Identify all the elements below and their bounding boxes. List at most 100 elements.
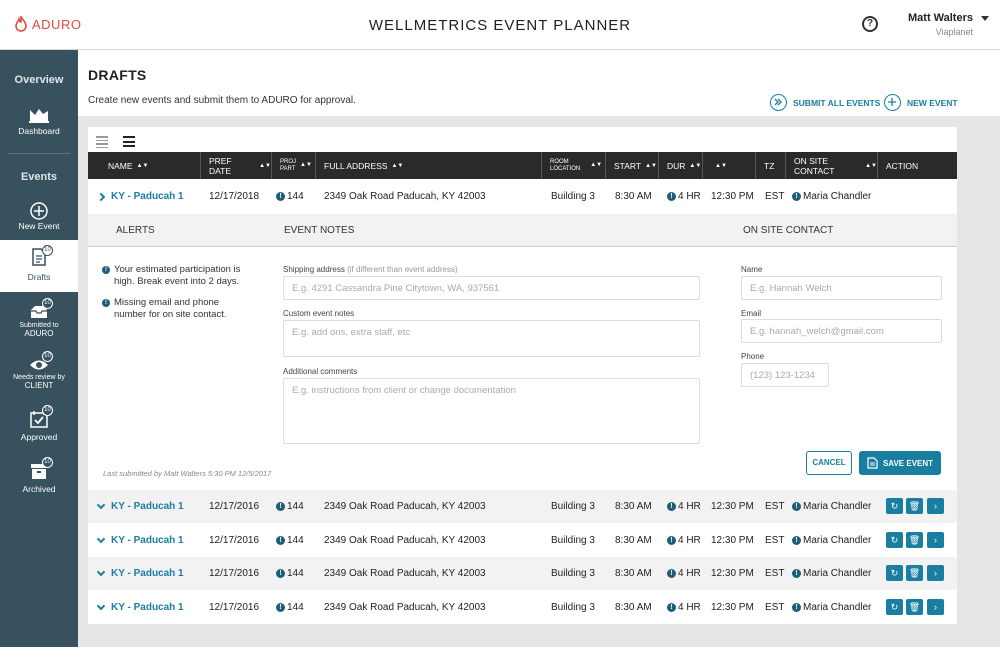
col-header-proj-part[interactable]: PROJ PART ▲▼	[272, 152, 316, 179]
row-contact: ! Maria Chandler	[792, 490, 871, 523]
chevron-right-icon[interactable]: ›	[927, 532, 944, 548]
table-row[interactable]: KY - Paducah 1 12/17/2016 ! 144 2349 Oak …	[88, 591, 957, 624]
col-header-label: DUR	[667, 160, 686, 171]
row-room: Building 3	[551, 191, 595, 202]
col-header-dur[interactable]: DUR ▲▼	[659, 152, 703, 179]
row-tz: EST	[765, 535, 785, 546]
info-icon: !	[792, 502, 801, 511]
sidebar-item-submitted[interactable]: 10 Submitted to ADURO	[0, 295, 78, 347]
sidebar-item-dashboard[interactable]: Dashboard	[0, 97, 78, 149]
table-row[interactable]: KY - Paducah 1 12/17/2016 ! 144 2349 Oak …	[88, 524, 957, 557]
row-name[interactable]: KY - Paducah 1	[96, 490, 184, 523]
row-name[interactable]: KY - Paducah 1	[96, 591, 184, 624]
custom-notes-input[interactable]: E.g. add ons, extra staff, etc	[283, 320, 700, 357]
sort-icon: ▲▼	[590, 162, 603, 168]
new-event-button[interactable]: NEW EVENT	[884, 94, 958, 111]
field-hint: (if different than event address)	[347, 265, 458, 274]
contact-name-input[interactable]: E.g. Hannah Welch	[741, 276, 942, 300]
col-header-name[interactable]: NAME ▲▼	[100, 152, 201, 179]
row-name-label: KY - Paducah 1	[111, 501, 184, 512]
info-icon: !	[792, 192, 801, 201]
shipping-address-label: Shipping address (if different than even…	[283, 265, 458, 274]
col-header-label: FULL ADDRESS	[324, 160, 388, 171]
row-part: ! 144	[276, 557, 304, 590]
row-name-label: KY - Paducah 1	[111, 568, 184, 579]
refresh-icon[interactable]: ↻	[886, 565, 903, 581]
refresh-icon[interactable]: ↻	[886, 532, 903, 548]
shipping-address-input[interactable]: E.g. 4291 Cassandra Pine Citytown, WA, 9…	[283, 276, 700, 300]
sort-icon: ▲▼	[715, 162, 727, 169]
row-dur-value: 4 HR	[678, 191, 701, 202]
row-part: ! 144	[276, 524, 304, 557]
trash-icon[interactable]: 🗑	[906, 565, 923, 581]
chevron-down-icon[interactable]	[981, 16, 989, 21]
row-start: 8:30 AM	[615, 191, 652, 202]
cancel-button[interactable]: CANCEL	[806, 451, 852, 475]
col-header-label: START	[614, 160, 642, 171]
col-header-start[interactable]: START ▲▼	[606, 152, 659, 179]
row-address: 2349 Oak Road Paducah, KY 42003	[324, 602, 486, 613]
last-submitted-text: Last submitted by Matt Walters 5:30 PM 1…	[103, 469, 272, 478]
contact-phone-input[interactable]: (123) 123-1234	[741, 363, 829, 387]
trash-icon[interactable]: 🗑	[906, 532, 923, 548]
row-name[interactable]: KY - Paducah 1	[96, 524, 184, 557]
count-badge: 10	[42, 351, 53, 362]
sidebar-item-new-event[interactable]: New Event	[0, 194, 78, 246]
chevron-right-icon[interactable]: ›	[927, 565, 944, 581]
additional-comments-input[interactable]: E.g. instructions from client or change …	[283, 378, 700, 444]
sidebar-divider	[8, 153, 70, 154]
row-address: 2349 Oak Road Paducah, KY 42003	[324, 568, 486, 579]
row-tz: EST	[765, 501, 785, 512]
table-row[interactable]: KY - Paducah 1 12/17/2016 ! 144 2349 Oak …	[88, 490, 957, 523]
sidebar-item-needs-review[interactable]: 10 Needs review by CLIENT	[0, 348, 78, 400]
refresh-icon[interactable]: ↻	[886, 599, 903, 615]
user-menu[interactable]: Matt Walters Viaplanet	[908, 12, 973, 37]
row-room: Building 3	[551, 568, 595, 579]
submit-all-events-button[interactable]: SUBMIT ALL EVENTS	[770, 94, 880, 111]
col-header-pref-date[interactable]: PREF DATE ▲▼	[201, 152, 272, 179]
row-contact-value: Maria Chandler	[803, 602, 872, 613]
row-name[interactable]: KY - Paducah 1	[96, 180, 184, 213]
compact-list-icon[interactable]	[96, 136, 108, 150]
col-header-tz: TZ	[756, 152, 786, 179]
help-icon[interactable]: ?	[862, 16, 878, 32]
row-end: 12:30 PM	[711, 568, 754, 579]
row-end: 12:30 PM	[711, 191, 754, 202]
row-part: ! 144	[276, 490, 304, 523]
col-header-contact[interactable]: ON SITE CONTACT ▲▼	[786, 152, 878, 179]
trash-icon[interactable]: 🗑	[906, 498, 923, 514]
additional-comments-label: Additional comments	[283, 367, 358, 376]
sidebar-item-approved[interactable]: 10 Approved	[0, 402, 78, 454]
contact-email-label: Email	[741, 309, 762, 318]
sidebar-section-events: Events	[20, 171, 58, 183]
table-row-expanded[interactable]: KY - Paducah 1 12/17/2018 ! 144 2349 Oak …	[88, 180, 957, 213]
row-name-label: KY - Paducah 1	[111, 191, 184, 202]
sidebar-section-overview: Overview	[14, 74, 64, 86]
row-address: 2349 Oak Road Paducah, KY 42003	[324, 191, 486, 202]
events-table-card: NAME ▲▼ PREF DATE ▲▼ PROJ PART ▲▼ FULL ADDRE…	[88, 127, 957, 624]
list-icon[interactable]	[123, 136, 135, 150]
sort-icon: ▲▼	[645, 162, 657, 169]
chevron-down-icon	[96, 567, 106, 577]
table-row[interactable]: KY - Paducah 1 12/17/2016 ! 144 2349 Oak …	[88, 557, 957, 590]
row-contact-value: Maria Chandler	[803, 191, 872, 202]
row-end: 12:30 PM	[711, 501, 754, 512]
row-tz: EST	[765, 568, 785, 579]
chevron-right-icon[interactable]: ›	[927, 599, 944, 615]
col-header-address[interactable]: FULL ADDRESS ▲▼	[316, 152, 542, 179]
col-header-end[interactable]: ▲▼	[703, 152, 756, 179]
sidebar-item-archived[interactable]: 10 Archived	[0, 454, 78, 506]
row-date: 12/17/2016	[209, 568, 260, 579]
row-date: 12/17/2016	[209, 501, 260, 512]
chevron-right-icon[interactable]: ›	[927, 498, 944, 514]
refresh-icon[interactable]: ↻	[886, 498, 903, 514]
contact-email-input[interactable]: E.g. hannah_welch@gmail.com	[741, 319, 942, 343]
chevron-right-icon	[96, 192, 106, 201]
trash-icon[interactable]: 🗑	[906, 599, 923, 615]
save-event-button[interactable]: SAVE EVENT	[859, 451, 941, 475]
row-part-value: 144	[287, 191, 304, 202]
sidebar-item-drafts[interactable]: 10 Drafts	[0, 240, 78, 292]
row-name[interactable]: KY - Paducah 1	[96, 557, 184, 590]
info-icon: !	[102, 266, 110, 274]
col-header-room[interactable]: ROOM LOCATION ▲▼	[542, 152, 606, 179]
